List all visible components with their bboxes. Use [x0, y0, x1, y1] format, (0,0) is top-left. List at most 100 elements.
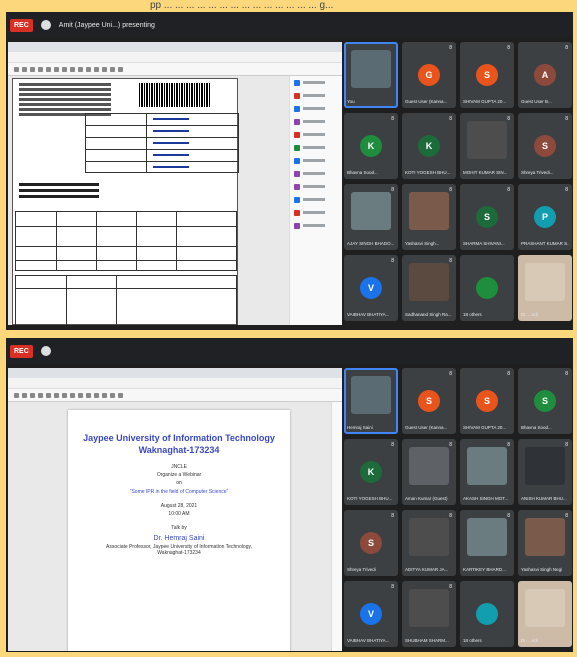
tile-indicator: 8 — [507, 371, 510, 377]
participant-tile[interactable]: 8 MOHIT KUMAR SIN... — [460, 113, 514, 179]
tile-indicator: 8 — [449, 513, 452, 519]
participant-tile[interactable]: A 8 Guest User B... — [518, 42, 572, 108]
presenter-icon — [40, 20, 51, 30]
participant-name: PRASHANT KUMAR S... — [521, 241, 569, 246]
participant-name: Dr. ...ndi — [521, 638, 538, 643]
participant-name: You — [347, 99, 355, 104]
tile-indicator: 8 — [449, 116, 452, 122]
presenter-icon — [40, 346, 51, 356]
participant-tile[interactable]: 8 KARTIKEY BHARD... — [460, 510, 514, 576]
meeting-title: Amit (Jaypee Uni...) presenting — [58, 21, 155, 29]
participant-avatar: V — [360, 603, 382, 625]
participant-name: 18 others — [463, 638, 482, 643]
flyer-time: 10:00 AM — [168, 511, 190, 517]
pdf-document-area: Jaypee University of Information Technol… — [8, 402, 342, 651]
form-fields-table — [85, 113, 239, 173]
flyer-talk-by: Talk by — [171, 525, 187, 531]
tile-indicator: 8 — [449, 45, 452, 51]
participant-tile[interactable]: S 8 Shreya Trivedi... — [518, 113, 572, 179]
browser-tabs — [8, 42, 342, 52]
participant-video — [525, 263, 565, 301]
meet-screenshot-2: REC Jaypee University of Information Tec… — [6, 338, 573, 652]
participant-video — [351, 192, 391, 230]
flyer-organizer: JNCLE — [171, 464, 187, 470]
participant-tile[interactable]: S 8 SHARMA SHIVANI... — [460, 184, 514, 250]
participant-video — [351, 50, 391, 88]
participant-tile[interactable]: K 8 KOTI YOGESH BHU... — [402, 113, 456, 179]
participant-tile[interactable]: 8 AJAY SINGH BHADO... — [344, 184, 398, 250]
participant-avatar: P — [534, 206, 556, 228]
barcode — [139, 83, 211, 107]
participant-tile[interactable]: 8 Sadhanand Singh Ra... — [402, 255, 456, 321]
tile-indicator: 8 — [391, 513, 394, 519]
participant-video — [525, 518, 565, 556]
participant-tile[interactable]: 8 Yashasvi Singh Negi — [518, 510, 572, 576]
participant-name: SHIVAM GUPTA 20... — [463, 99, 507, 104]
pdf-tools-pane[interactable] — [331, 402, 342, 651]
participant-avatar: S — [534, 390, 556, 412]
participant-name: Aman Kumar (Guest) — [405, 496, 448, 501]
participant-tile[interactable]: 8 ADITYA KUMAR JA... — [402, 510, 456, 576]
tile-indicator: 8 — [565, 371, 568, 377]
participant-tile[interactable]: S 8 Bhavna Sood... — [518, 368, 572, 434]
participant-tile[interactable]: G 8 Guest User (Kanna... — [402, 42, 456, 108]
participant-name: Bhavna Sood... — [521, 425, 552, 430]
participant-tile[interactable]: V 8 VAIBHAV BHATIYA... — [344, 255, 398, 321]
participant-name: KOTI YOGESH BHU... — [405, 170, 451, 175]
tile-indicator: 8 — [449, 442, 452, 448]
tile-indicator: 8 — [565, 513, 568, 519]
participant-tile[interactable]: 8 Yashasvi Singh... — [402, 184, 456, 250]
tile-indicator: 8 — [449, 258, 452, 264]
participant-tile[interactable]: 8 ANISH KUMAR BHU... — [518, 439, 572, 505]
shared-screen — [8, 42, 342, 325]
participant-name: AKASH SINGH MOT... — [463, 496, 509, 501]
declaration-table — [15, 275, 237, 325]
participant-video — [409, 263, 449, 301]
participant-name: Dr. ...ndi — [521, 312, 538, 317]
participant-avatar: S — [418, 390, 440, 412]
flyer-on: on — [176, 480, 182, 486]
participant-tile[interactable]: S 8 Guest User (Kanna... — [402, 368, 456, 434]
meet-screenshot-1: REC Amit (Jaypee Uni...) presenting You … — [6, 12, 573, 330]
participant-tile[interactable]: 18 others — [460, 255, 514, 321]
tile-indicator: 8 — [507, 187, 510, 193]
participant-name: ANISH KUMAR BHU... — [521, 496, 567, 501]
flyer-organize-line: Organize a Webinar — [156, 472, 202, 478]
participant-tile[interactable]: 18 others — [460, 581, 514, 647]
participant-name: Shreya Trivedi — [347, 567, 376, 572]
participant-tile[interactable]: 8 AKASH SINGH MOT... — [460, 439, 514, 505]
participant-tile[interactable]: P 8 PRASHANT KUMAR S... — [518, 184, 572, 250]
participant-video — [467, 447, 507, 485]
participant-tile[interactable]: S 8 SHIVAM GUPTA 20... — [460, 42, 514, 108]
meet-top-bar: REC — [6, 338, 573, 364]
participant-tile[interactable]: K 8 KOTI YOGESH BHU... — [344, 439, 398, 505]
participant-tile[interactable]: V 8 VAIBHAV BHATIYA... — [344, 581, 398, 647]
flyer-title: Jaypee University of Information Technol… — [83, 433, 275, 455]
tile-indicator: 8 — [565, 187, 568, 193]
tile-indicator: 8 — [449, 584, 452, 590]
participant-tile[interactable]: Dr. ...ndi — [518, 581, 572, 647]
tile-indicator: 8 — [391, 187, 394, 193]
participant-name: Hemraj Saini — [347, 425, 373, 430]
participant-video — [467, 121, 507, 159]
participant-avatar — [476, 603, 498, 625]
participant-name: VAIBHAV BHATIYA... — [347, 638, 390, 643]
participant-avatar: G — [418, 64, 440, 86]
webinar-flyer: Jaypee University of Information Technol… — [68, 410, 290, 651]
tile-indicator: 8 — [391, 258, 394, 264]
participant-name: Guest User (Kanna... — [405, 99, 448, 104]
tile-indicator: 8 — [449, 371, 452, 377]
participant-tile[interactable]: You — [344, 42, 398, 108]
participant-video — [409, 518, 449, 556]
participant-tile[interactable]: Hemraj Saini — [344, 368, 398, 434]
pdf-tools-pane[interactable] — [289, 76, 342, 325]
participant-tile[interactable]: K 8 Bhavna Sood... — [344, 113, 398, 179]
participant-tile[interactable]: S 8 Shreya Trivedi — [344, 510, 398, 576]
flyer-designation: Associate Professor, Jaypee University o… — [106, 544, 252, 556]
participant-tile[interactable]: S 8 SHIVAM GUPTA 20... — [460, 368, 514, 434]
participant-name: AJAY SINGH BHADO... — [347, 241, 395, 246]
participant-tile[interactable]: 8 Aman Kumar (Guest) — [402, 439, 456, 505]
participant-tile[interactable]: Dr. ...ndi — [518, 255, 572, 321]
participant-video — [467, 518, 507, 556]
participant-tile[interactable]: 8 SHUBHAM SHARM... — [402, 581, 456, 647]
